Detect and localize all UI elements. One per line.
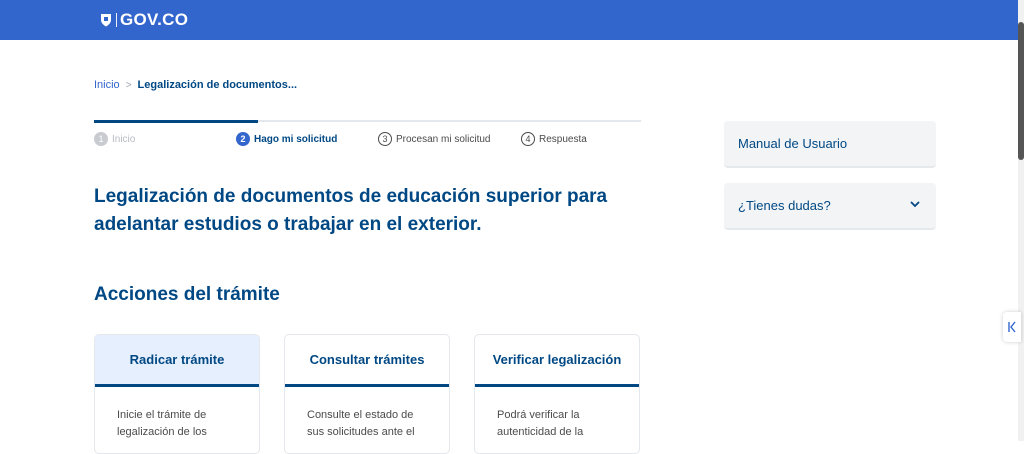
step-label: Hago mi solicitud: [254, 133, 338, 145]
card-title: Radicar trámite: [95, 335, 259, 387]
progress-track: [94, 120, 641, 123]
step-inicio: 1 Inicio: [94, 132, 135, 146]
step-number: 3: [378, 132, 392, 146]
accessibility-toggle-button[interactable]: [1003, 312, 1021, 342]
logo-text: GOV.CO: [120, 10, 189, 29]
card-consultar-tramites[interactable]: Consultar trámites Consulte el estado de…: [284, 334, 450, 454]
step-procesan-mi-solicitud: 3 Procesan mi solicitud: [378, 132, 490, 146]
card-title: Consultar trámites: [285, 335, 449, 387]
step-number: 1: [94, 132, 108, 146]
step-label: Respuesta: [539, 133, 587, 145]
step-respuesta: 4 Respuesta: [521, 132, 587, 146]
card-title: Verificar legalización: [475, 335, 639, 387]
scrollbar-thumb[interactable]: [1018, 22, 1024, 160]
card-verificar-legalizacion[interactable]: Verificar legalización Podrá verificar l…: [474, 334, 640, 454]
breadcrumb: Inicio > Legalización de documentos...: [94, 79, 297, 91]
step-number: 4: [521, 132, 535, 146]
top-bar: GOV.CO: [0, 0, 1024, 40]
user-manual-label: Manual de Usuario: [738, 136, 848, 151]
collapse-icon: [1008, 321, 1016, 333]
progress-fill: [94, 120, 258, 123]
card-description: Podrá verificar la autenticidad de la: [497, 409, 584, 438]
breadcrumb-current: Legalización de documentos...: [137, 79, 298, 91]
step-label: Procesan mi solicitud: [396, 133, 491, 145]
step-hago-mi-solicitud: 2 Hago mi solicitud: [236, 132, 337, 146]
card-description: Inicie el trámite de legalización de los: [117, 409, 207, 438]
step-label: Inicio: [112, 133, 136, 145]
govco-logo[interactable]: GOV.CO: [100, 9, 188, 31]
logo-separator: [116, 13, 117, 27]
breadcrumb-chevron-icon: >: [125, 79, 132, 91]
faq-accordion[interactable]: ¿Tienes dudas?: [724, 183, 936, 230]
breadcrumb-home-link[interactable]: Inicio: [94, 79, 120, 91]
card-radicar-tramite[interactable]: Radicar trámite Inicie el trámite de leg…: [94, 334, 260, 454]
faq-label: ¿Tienes dudas?: [738, 198, 831, 213]
shield-icon: [101, 14, 111, 27]
card-description: Consulte el estado de sus solicitudes an…: [307, 409, 415, 438]
user-manual-link[interactable]: Manual de Usuario: [724, 121, 936, 168]
page-title: Legalización de documentos de educación …: [94, 186, 608, 235]
scrollbar[interactable]: [1018, 0, 1024, 441]
section-title: Acciones del trámite: [94, 284, 280, 305]
step-number: 2: [236, 132, 250, 146]
chevron-down-icon: [910, 201, 920, 208]
